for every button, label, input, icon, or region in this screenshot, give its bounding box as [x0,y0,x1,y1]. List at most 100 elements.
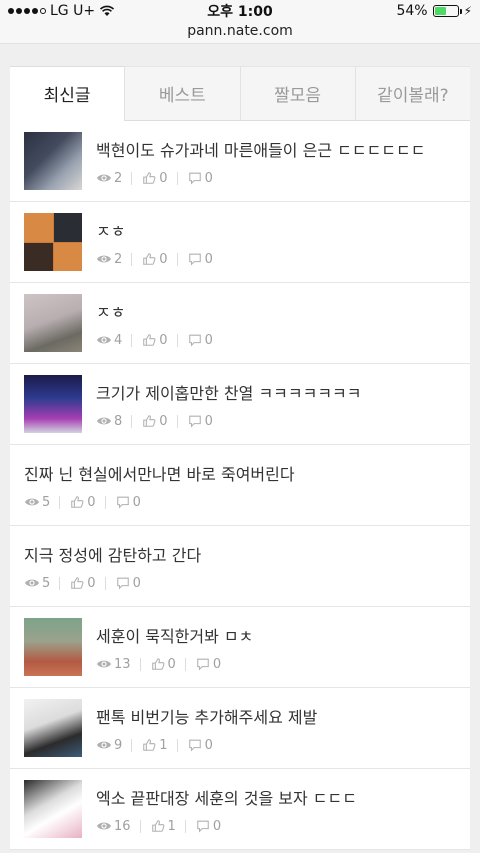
divider [184,657,186,671]
eye-icon [25,579,39,587]
like-count[interactable]: 1 [141,738,168,753]
divider [131,414,133,428]
view-count: 9 [96,738,122,753]
comment-icon [197,658,209,671]
comment-count[interactable]: 0 [187,252,213,267]
post-item[interactable]: 크기가 제이홉만한 찬열 ㅋㅋㅋㅋㅋㅋㅋ 8 0 0 [10,364,470,445]
post-title[interactable]: 백현이도 슈가과네 마른애들이 은근 ㄷㄷㄷㄷㄷㄷ [96,137,456,161]
post-meta: 5 0 0 [24,576,456,591]
like-count-value: 0 [159,170,168,186]
like-count[interactable]: 0 [69,494,96,510]
tab-best[interactable]: 베스트 [124,66,240,120]
view-count-value: 5 [42,575,51,591]
comment-count[interactable]: 0 [187,171,213,186]
status-left: LG U+ [8,3,115,19]
view-count-value: 4 [114,332,123,348]
tab-latest[interactable]: 최신글 [10,66,125,121]
like-count-value: 0 [159,251,168,267]
like-count-value: 0 [159,413,168,429]
post-thumbnail[interactable] [24,294,82,352]
battery-icon [432,5,462,17]
comment-count-value: 0 [204,251,213,267]
post-title[interactable]: 크기가 제이홉만한 찬열 ㅋㅋㅋㅋㅋㅋㅋ [96,380,456,404]
comment-count[interactable]: 0 [187,414,213,429]
post-meta: 8 0 0 [96,414,456,429]
wifi-icon [100,5,115,16]
view-count-value: 16 [114,818,131,834]
comment-count[interactable]: 0 [115,576,141,591]
comment-count[interactable]: 0 [195,657,221,672]
like-count[interactable]: 0 [150,657,176,672]
post-body: ㅈㅎ 2 0 0 [96,218,456,267]
post-thumbnail[interactable] [24,213,82,271]
post-meta: 16 1 0 [96,819,456,834]
comment-count[interactable]: 0 [115,495,141,510]
like-count[interactable]: 0 [141,251,168,267]
post-title[interactable]: 진짜 닌 현실에서만나면 바로 죽여버린다 [24,461,456,485]
tab-watch-together[interactable]: 같이볼래? [354,66,470,120]
post-thumbnail[interactable] [24,618,82,676]
post-title[interactable]: 엑소 끝판대장 세훈의 것을 보자 ㄷㄷㄷ [96,785,456,809]
eye-icon [97,822,111,830]
divider [131,252,133,266]
comment-count[interactable]: 0 [187,738,213,753]
thumbs-up-icon [71,577,84,589]
post-item[interactable]: ㅈㅎ 4 0 0 [10,283,470,364]
post-item[interactable]: 엑소 끝판대장 세훈의 것을 보자 ㄷㄷㄷ 16 1 0 [10,769,470,850]
post-item[interactable]: 진짜 닌 현실에서만나면 바로 죽여버린다 5 0 0 [10,445,470,526]
post-body: ㅈㅎ 4 0 0 [96,299,456,348]
like-count-value: 0 [87,494,96,510]
comment-count-value: 0 [132,494,141,510]
post-list: 백현이도 슈가과네 마른애들이 은근 ㄷㄷㄷㄷㄷㄷ 2 0 0 ㅈㅎ 2 0 0… [10,121,470,850]
thumbs-up-icon [151,658,165,670]
comment-count[interactable]: 0 [195,819,221,834]
post-meta: 2 0 0 [96,252,456,267]
url-bar[interactable]: pann.nate.com [0,22,480,44]
comment-count[interactable]: 0 [187,333,213,348]
post-meta: 5 0 0 [24,495,456,510]
post-thumbnail[interactable] [24,780,82,838]
comment-icon [188,253,201,266]
post-item[interactable]: 백현이도 슈가과네 마른애들이 은근 ㄷㄷㄷㄷㄷㄷ 2 0 0 [10,121,470,202]
like-count[interactable]: 0 [141,170,168,186]
tab-bar: 최신글 베스트 짤모음 같이볼래? [10,66,470,121]
post-title[interactable]: ㅈㅎ [96,299,456,323]
divider [176,738,178,752]
divider [176,333,178,347]
post-thumbnail[interactable] [24,699,82,757]
post-title[interactable]: 지극 정성에 감탄하고 간다 [24,542,456,566]
post-title[interactable]: ㅈㅎ [96,218,456,242]
comment-count-value: 0 [212,656,222,672]
url-text[interactable]: pann.nate.com [187,23,293,39]
status-right: 54% ⚡ [396,3,472,19]
like-count[interactable]: 0 [69,576,96,591]
thumbs-up-icon [143,253,156,265]
post-item[interactable]: 팬톡 비번기능 추가해주세요 제발 9 1 0 [10,688,470,769]
like-count[interactable]: 0 [141,333,168,348]
post-body: 엑소 끝판대장 세훈의 것을 보자 ㄷㄷㄷ 16 1 0 [96,785,456,834]
comment-icon [188,739,201,752]
comment-icon [188,172,201,185]
post-thumbnail[interactable] [24,132,82,190]
post-body: 세훈이 묵직한거봐 ㅁㅊ 13 0 0 [96,623,456,672]
comment-icon [197,820,209,833]
comment-icon [188,415,201,428]
like-count[interactable]: 1 [150,819,176,834]
eye-icon [97,174,111,182]
post-meta: 13 0 0 [96,657,456,672]
thumbs-up-icon [151,820,165,832]
view-count-value: 9 [114,737,123,753]
comment-count-value: 0 [212,818,222,834]
tab-image-collection[interactable]: 짤모음 [239,66,355,120]
view-count-value: 2 [114,251,123,267]
post-item[interactable]: ㅈㅎ 2 0 0 [10,202,470,283]
post-title[interactable]: 팬톡 비번기능 추가해주세요 제발 [96,704,456,728]
like-count[interactable]: 0 [141,413,168,429]
post-item[interactable]: 지극 정성에 감탄하고 간다 5 0 0 [10,526,470,607]
view-count-value: 8 [114,413,123,429]
comment-count-value: 0 [132,575,141,591]
post-title[interactable]: 세훈이 묵직한거봐 ㅁㅊ [96,623,456,647]
post-body: 팬톡 비번기능 추가해주세요 제발 9 1 0 [96,704,456,753]
post-item[interactable]: 세훈이 묵직한거봐 ㅁㅊ 13 0 0 [10,607,470,688]
post-thumbnail[interactable] [24,375,82,433]
